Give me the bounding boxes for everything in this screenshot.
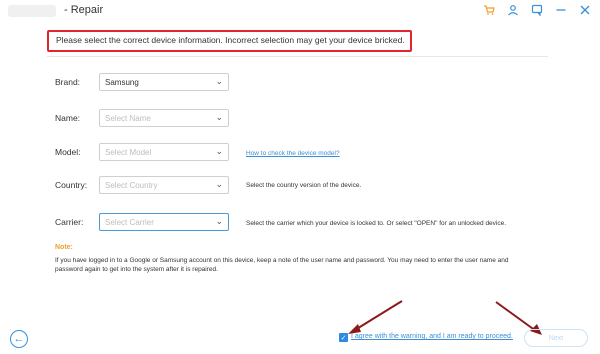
next-button[interactable]: Next bbox=[524, 329, 588, 347]
agree-label[interactable]: I agree with the warning, and I am ready… bbox=[351, 333, 513, 340]
arrow-to-next-line bbox=[495, 301, 537, 332]
agree-checkbox[interactable]: ✓ bbox=[339, 333, 348, 342]
arrow-left-icon: ← bbox=[13, 333, 25, 345]
annotation-arrows bbox=[348, 300, 542, 335]
back-button[interactable]: ← bbox=[10, 330, 28, 348]
arrow-to-checkbox-line bbox=[354, 300, 403, 331]
checkmark-icon: ✓ bbox=[340, 334, 347, 342]
